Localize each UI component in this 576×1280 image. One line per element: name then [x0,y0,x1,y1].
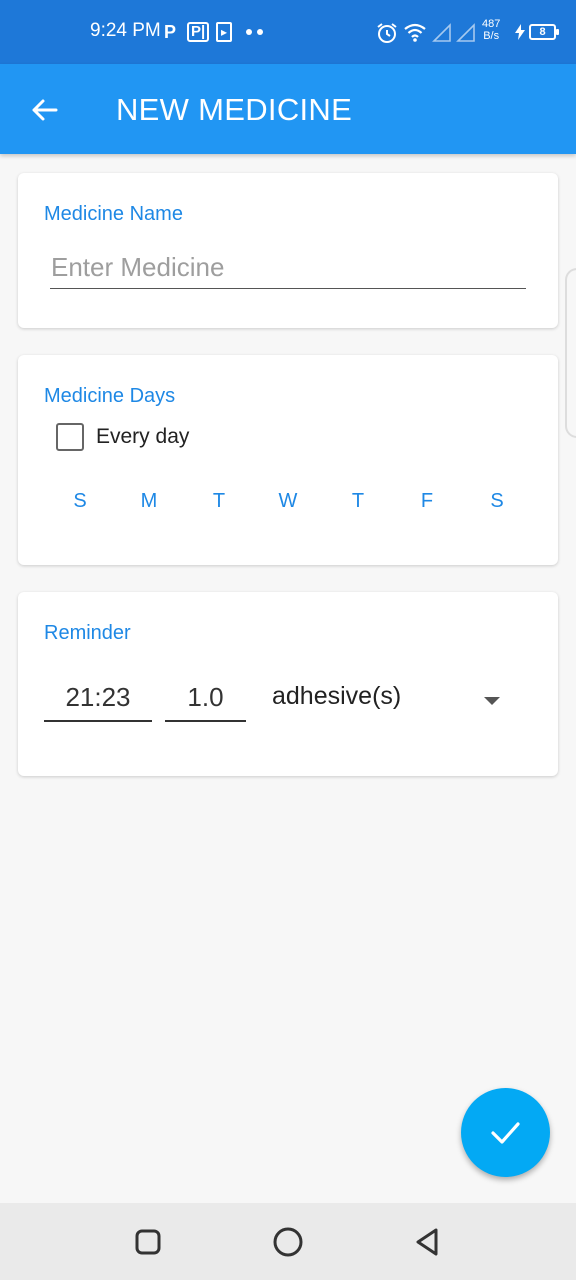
edge-panel-handle[interactable] [565,268,576,438]
signal-2-icon [456,23,475,42]
medicine-days-label: Medicine Days [44,385,176,407]
media-notification-icon: ▸ [216,22,233,42]
save-fab-button[interactable] [461,1088,550,1177]
charging-bolt-icon [515,24,525,40]
wifi-icon [404,23,426,42]
day-friday[interactable]: F [407,490,447,513]
network-speed: 487 B/s [482,18,500,42]
signal-1-icon [432,23,451,42]
check-icon [491,1122,520,1144]
medicine-name-label: Medicine Name [44,203,183,225]
home-circle-icon[interactable] [272,1226,304,1258]
every-day-label[interactable]: Every day [96,425,189,449]
app-bar: NEW MEDICINE [0,64,576,154]
reminder-card: Reminder 21:23 1.0 adhesive(s) [18,592,558,776]
back-triangle-icon[interactable] [412,1226,444,1258]
every-day-checkbox[interactable] [56,423,84,451]
day-sunday[interactable]: S [60,490,100,513]
medicine-name-card: Medicine Name [18,173,558,328]
system-nav-bar [0,1203,576,1280]
day-monday[interactable]: M [129,490,169,513]
status-time: 9:24 PM [90,20,161,41]
alarm-icon [377,23,397,43]
status-bar: 9:24 PM P P| ▸ 487 B/s 8 [0,0,576,64]
day-thursday[interactable]: T [338,490,378,513]
unit-dropdown[interactable]: adhesive(s) [270,682,520,722]
reminder-label: Reminder [44,622,131,644]
back-arrow-icon[interactable] [24,90,64,130]
network-speed-value: 487 [482,18,501,30]
page-title: NEW MEDICINE [116,92,353,127]
day-wednesday[interactable]: W [268,490,308,513]
medicine-name-input[interactable] [50,247,526,289]
medicine-days-card: Medicine Days Every day S M T W T F S [18,355,558,565]
unit-selected-value: adhesive(s) [272,682,402,710]
battery-icon: 8 [529,24,559,40]
p-notification-icon: P [164,22,177,42]
day-saturday[interactable]: S [477,490,517,513]
parking-notification-icon: P| [187,22,210,42]
recents-square-icon[interactable] [132,1226,164,1258]
quantity-field[interactable]: 1.0 [165,682,246,722]
network-speed-unit: B/s [483,30,500,42]
day-tuesday[interactable]: T [199,490,239,513]
reminder-time-field[interactable]: 21:23 [44,682,152,722]
more-dots-icon [246,29,263,35]
dropdown-arrow-icon [484,697,500,705]
